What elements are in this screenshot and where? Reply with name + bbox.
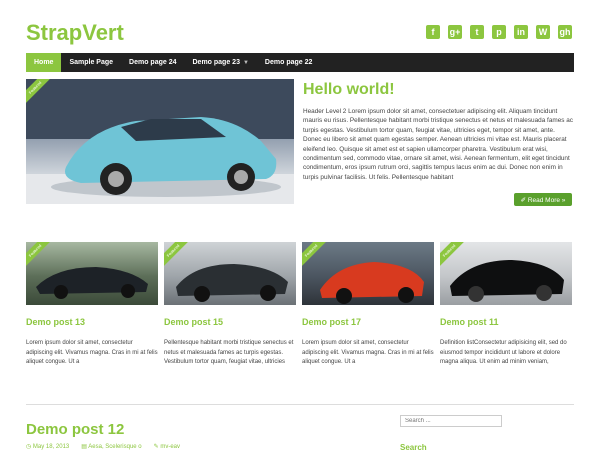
car-illustration [26, 79, 294, 204]
post-card: Featured Demo post 15 Pellentesque habit… [164, 242, 296, 368]
main-nav: Home Sample Page Demo page 24 Demo page … [26, 53, 574, 72]
chevron-down-icon: ▼ [242, 59, 249, 66]
twitter-icon[interactable]: t [470, 25, 484, 39]
post-title[interactable]: Demo post 12 [26, 421, 124, 438]
linkedin-icon[interactable]: in [514, 25, 528, 39]
post-excerpt: Lorem ipsum dolor sit amet, consectetur … [26, 340, 158, 365]
read-more-button[interactable]: ✐ Read More » [514, 193, 572, 206]
nav-item-sample-page[interactable]: Sample Page [61, 53, 121, 72]
nav-item-home[interactable]: Home [26, 53, 62, 72]
car-illustration [320, 262, 424, 304]
post-category[interactable]: ▤ Aesa, Scelerisque o [81, 443, 141, 450]
post-author[interactable]: ✎ mv-eav [154, 443, 180, 450]
post-title[interactable]: Demo post 11 [440, 317, 572, 327]
google-plus-icon[interactable]: g+ [448, 25, 462, 39]
car-illustration [36, 267, 148, 299]
post-thumbnail[interactable]: Featured [302, 242, 434, 305]
social-icons: f g+ t p in W gh [426, 25, 572, 39]
post-date[interactable]: ◷ May 18, 2013 [26, 443, 69, 450]
post-title[interactable]: Demo post 13 [26, 317, 158, 327]
divider [26, 404, 574, 405]
facebook-icon[interactable]: f [426, 25, 440, 39]
post-card: Featured Demo post 17 Lorem ipsum dolor … [302, 242, 434, 368]
car-illustration [450, 260, 564, 302]
pinterest-icon[interactable]: p [492, 25, 506, 39]
post-thumbnail[interactable]: Featured [440, 242, 572, 305]
featured-post-excerpt: Header Level 2 Lorem ipsum dolor sit ame… [303, 108, 573, 181]
car-illustration [176, 264, 288, 302]
wordpress-icon[interactable]: W [536, 25, 550, 39]
post-meta: ◷ May 18, 2013 ▤ Aesa, Scelerisque o ✎ m… [26, 443, 180, 450]
post-title[interactable]: Demo post 15 [164, 317, 296, 327]
github-icon[interactable]: gh [558, 25, 572, 39]
nav-item-label: Demo page 23 [192, 59, 240, 66]
nav-item-demo-page-22[interactable]: Demo page 22 [257, 53, 320, 72]
post-thumbnail[interactable]: Featured [26, 242, 158, 305]
post-card: Featured Demo post 13 Lorem ipsum dolor … [26, 242, 158, 368]
post-title[interactable]: Demo post 17 [302, 317, 434, 327]
nav-item-demo-page-24[interactable]: Demo page 24 [121, 53, 184, 72]
search-input[interactable] [400, 415, 502, 427]
post-excerpt: Definition listConsectetur adipisicing e… [440, 340, 567, 365]
post-excerpt: Pellentesque habitant morbi tristique se… [164, 340, 294, 365]
post-card: Featured Demo post 11 Definition listCon… [440, 242, 572, 368]
post-thumbnail[interactable]: Featured [164, 242, 296, 305]
featured-post-title[interactable]: Hello world! [303, 81, 395, 99]
post-excerpt: Lorem ipsum dolor sit amet, consectetur … [302, 340, 434, 365]
featured-image[interactable]: Featured [26, 79, 294, 204]
widget-title: Search [400, 443, 427, 452]
site-title[interactable]: StrapVert [26, 20, 124, 46]
nav-item-demo-page-23[interactable]: Demo page 23 ▼ [185, 53, 257, 72]
